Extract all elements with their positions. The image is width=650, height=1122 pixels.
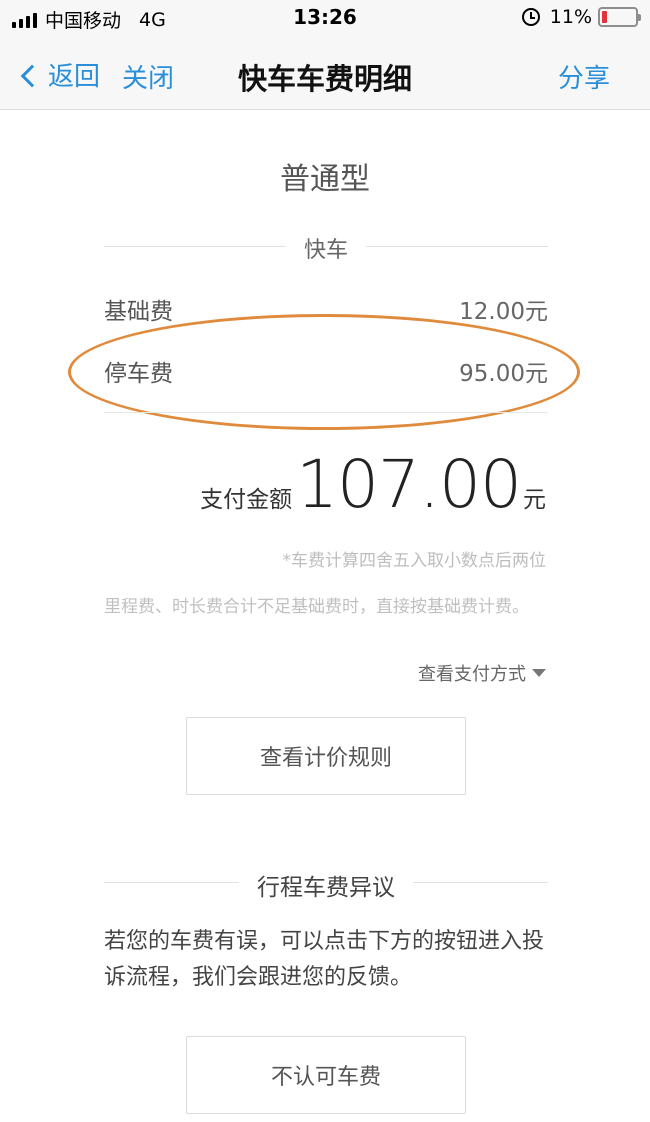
service-divider: 快车 (104, 232, 548, 263)
fee-name: 基础费 (104, 299, 173, 325)
battery-percentage: 11% (549, 6, 592, 28)
alarm-clock-icon (521, 8, 540, 26)
total-amount-row: 支付金额 107.00 元 (200, 446, 546, 523)
base-fee-rule-note: 里程费、时长费合计不足基础费时，直接按基础费计费。 (104, 597, 529, 617)
fee-row-parking: 停车费 95.00元 (104, 350, 548, 387)
share-button[interactable]: 分享 (558, 58, 610, 95)
service-type-label: 快车 (285, 238, 366, 263)
dispute-divider: 行程车费异议 (104, 868, 548, 901)
dispute-section-title: 行程车费异议 (239, 875, 413, 901)
navigation-bar: 返回 关闭 快车车费明细 分享 (0, 38, 650, 110)
payment-method-label: 查看支付方式 (418, 664, 526, 685)
dispute-description: 若您的车费有误，可以点击下方的按钮进入投诉流程，我们会跟进您的反馈。 (104, 929, 545, 990)
total-unit: 元 (523, 487, 546, 513)
fare-detail-content: 普通型 快车 基础费 12.00元 停车费 95.00元 支付金额 107.00… (0, 110, 650, 1122)
fee-name: 停车费 (104, 361, 173, 387)
rounding-note: *车费计算四舍五入取小数点后两位 (282, 551, 547, 571)
total-value: 107.00 (296, 446, 522, 523)
fee-divider-line (104, 412, 548, 413)
caret-down-icon (532, 669, 546, 677)
dispute-fare-button[interactable]: 不认可车费 (186, 1036, 466, 1114)
fee-amount: 95.00元 (459, 361, 548, 387)
status-bar: 中国移动 4G 13:26 11% (0, 0, 650, 38)
battery-icon (598, 7, 641, 27)
page-title: 快车车费明细 (237, 62, 412, 96)
status-bar-right: 11% (521, 6, 641, 28)
view-payment-method-link[interactable]: 查看支付方式 (418, 660, 546, 686)
view-pricing-rules-button[interactable]: 查看计价规则 (186, 717, 466, 795)
total-label: 支付金额 (200, 487, 293, 513)
fee-amount: 12.00元 (459, 299, 548, 325)
battery-level-fill (602, 11, 607, 23)
car-type-heading: 普通型 (280, 162, 370, 197)
